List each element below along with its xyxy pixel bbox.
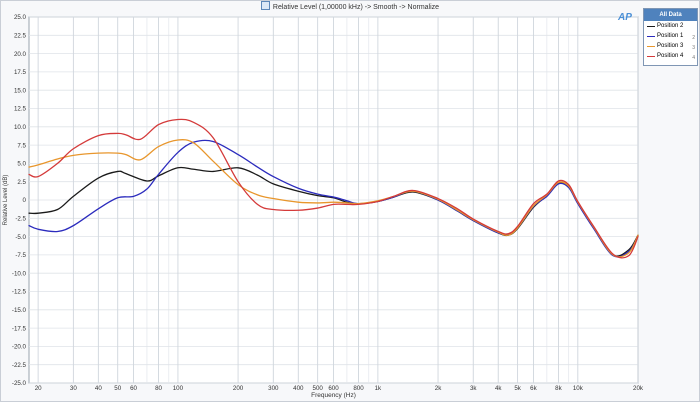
x-tick-label: 60 bbox=[130, 385, 137, 392]
y-tick-label: 7.5 bbox=[17, 142, 26, 149]
legend-item-position-2[interactable]: Position 2 bbox=[644, 21, 697, 31]
x-tick-label: 4k bbox=[495, 385, 502, 392]
y-tick-label: 10.0 bbox=[14, 124, 27, 131]
y-tick-label: 2.5 bbox=[17, 179, 26, 186]
y-tick-label: -7.5 bbox=[15, 252, 26, 259]
x-tick-label: 500 bbox=[313, 385, 324, 392]
y-tick-label: -25.0 bbox=[12, 380, 27, 387]
legend-swatch bbox=[647, 55, 655, 57]
y-tick-label: -15.0 bbox=[12, 307, 27, 314]
x-tick-label: 1k bbox=[375, 385, 382, 392]
y-tick-label: -17.5 bbox=[12, 325, 27, 332]
y-tick-label: -5.0 bbox=[15, 234, 26, 241]
y-tick-label: 15.0 bbox=[14, 87, 27, 94]
x-tick-label: 6k bbox=[530, 385, 537, 392]
x-tick-label: 50 bbox=[114, 385, 121, 392]
legend-item-label: Position 2 bbox=[657, 23, 684, 29]
ap-logo: AP bbox=[618, 12, 632, 23]
legend-item-label: Position 3 bbox=[657, 43, 684, 49]
x-tick-label: 3k bbox=[470, 385, 477, 392]
y-tick-label: 25.0 bbox=[14, 14, 27, 21]
x-tick-label: 20k bbox=[633, 385, 644, 392]
x-tick-label: 80 bbox=[155, 385, 162, 392]
legend-panel[interactable]: All Data Position 2 Position 1 2 Positio… bbox=[643, 8, 698, 66]
x-tick-label: 100 bbox=[173, 385, 184, 392]
y-tick-label: 17.5 bbox=[14, 69, 27, 76]
legend-swatch bbox=[647, 45, 655, 47]
x-tick-label: 600 bbox=[328, 385, 339, 392]
y-axis-label: Relative Level (dB) bbox=[3, 175, 9, 226]
x-tick-label: 800 bbox=[353, 385, 364, 392]
x-tick-label: 10k bbox=[573, 385, 584, 392]
y-tick-label: -10.0 bbox=[12, 270, 27, 277]
x-tick-label: 8k bbox=[555, 385, 562, 392]
legend-item-label: Position 4 bbox=[657, 53, 684, 59]
x-tick-label: 20 bbox=[35, 385, 42, 392]
y-tick-label: 5.0 bbox=[17, 161, 26, 168]
legend-item-position-1[interactable]: Position 1 2 bbox=[644, 31, 697, 41]
y-tick-label: -20.0 bbox=[12, 344, 27, 351]
legend-item-tag: 4 bbox=[692, 55, 695, 61]
y-tick-label: -2.5 bbox=[15, 216, 26, 223]
y-tick-label: 0 bbox=[23, 197, 27, 204]
y-tick-label: 22.5 bbox=[14, 33, 27, 40]
x-tick-label: 300 bbox=[268, 385, 279, 392]
legend-swatch bbox=[647, 35, 655, 37]
y-tick-label: 20.0 bbox=[14, 51, 27, 58]
y-tick-label: -12.5 bbox=[12, 289, 27, 296]
x-tick-label: 400 bbox=[293, 385, 304, 392]
frequency-response-chart: 25.0 22.5 20.0 17.5 15.0 12.5 10.0 7.5 5.0 2.5 0 -2… bbox=[3, 14, 644, 399]
x-tick-label: 5k bbox=[514, 385, 521, 392]
legend-item-position-3[interactable]: Position 3 3 bbox=[644, 41, 697, 51]
x-tick-label: 200 bbox=[233, 385, 244, 392]
legend-swatch bbox=[647, 25, 655, 27]
x-axis-label: Frequency (Hz) bbox=[311, 392, 356, 399]
x-tick-label: 2k bbox=[435, 385, 442, 392]
y-tick-label: -22.5 bbox=[12, 362, 27, 369]
x-tick-label: 40 bbox=[95, 385, 102, 392]
legend-item-position-4[interactable]: Position 4 4 bbox=[644, 51, 697, 61]
legend-header[interactable]: All Data bbox=[644, 9, 697, 21]
y-tick-label: 12.5 bbox=[14, 106, 27, 113]
legend-item-label: Position 1 bbox=[657, 33, 684, 39]
x-tick-label: 30 bbox=[70, 385, 77, 392]
